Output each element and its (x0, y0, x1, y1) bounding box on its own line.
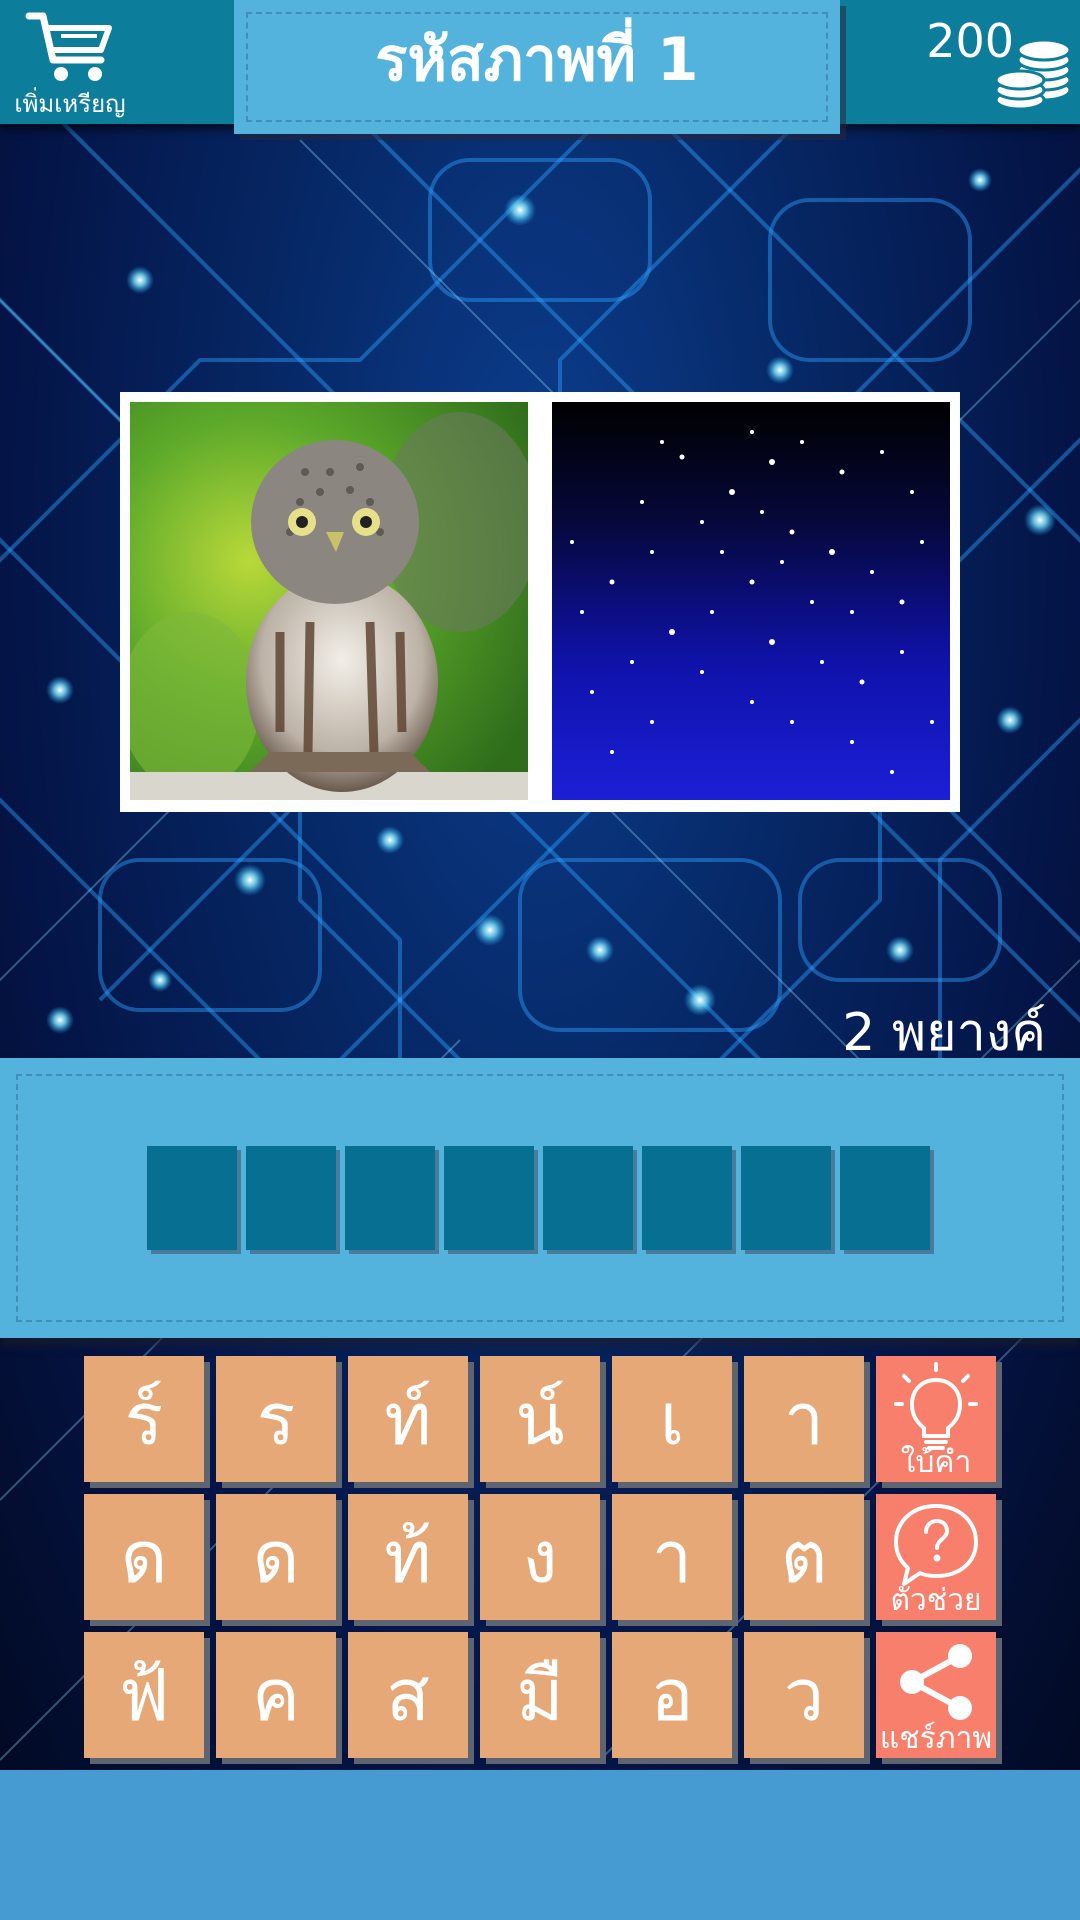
puzzle-images (120, 392, 960, 812)
share-label: แชร์ภาพ (879, 1721, 993, 1756)
letter-tile[interactable]: ร (216, 1356, 336, 1482)
answer-panel (0, 1058, 1080, 1338)
title-panel: รหัสภาพที่ 1 (234, 0, 840, 134)
letter-tile[interactable]: ส (348, 1632, 468, 1758)
answer-slot[interactable] (246, 1146, 336, 1250)
answer-slot[interactable] (345, 1146, 435, 1250)
answer-slot[interactable] (147, 1146, 237, 1250)
answer-slots (147, 1146, 930, 1250)
answer-slot[interactable] (642, 1146, 732, 1250)
letter-tile[interactable]: ท์ (348, 1356, 468, 1482)
letter-tile[interactable]: ต (744, 1494, 864, 1620)
bottom-bar (0, 1770, 1080, 1920)
letter-tile[interactable]: ท้ (348, 1494, 468, 1620)
letter-tile[interactable]: า (744, 1356, 864, 1482)
letter-tile[interactable]: ค (216, 1632, 336, 1758)
top-bar: เพิ่มเหรียญ รหัสภาพที่ 1 200 (0, 0, 1080, 134)
letter-tile[interactable]: ง (480, 1494, 600, 1620)
letter-tile[interactable]: น์ (480, 1356, 600, 1482)
letter-tile[interactable]: ด (216, 1494, 336, 1620)
letter-tile[interactable]: ว (744, 1632, 864, 1758)
owl-picture (130, 402, 528, 800)
letter-tile[interactable]: อ (612, 1632, 732, 1758)
clue-label: ใบ้คำ (900, 1445, 972, 1480)
buy-coins-label: เพิ่มเหรียญ (14, 90, 126, 118)
letter-tile[interactable]: ร์ (84, 1356, 204, 1482)
help-label: ตัวช่วย (890, 1583, 982, 1618)
letter-tile[interactable]: ฟ้ (84, 1632, 204, 1758)
starry-sky-icon (552, 402, 950, 800)
letter-tile[interactable]: เ (612, 1356, 732, 1482)
letter-tile[interactable]: า (612, 1494, 732, 1620)
help-button[interactable]: ตัวช่วย (876, 1494, 996, 1620)
shopping-cart-icon (25, 12, 112, 81)
puzzle-title: รหัสภาพที่ 1 (375, 25, 699, 95)
answer-slot[interactable] (741, 1146, 831, 1250)
buy-coins-button[interactable]: เพิ่มเหรียญ (0, 0, 140, 124)
letter-tile[interactable]: มื (480, 1632, 600, 1758)
starry-sky-picture (552, 402, 950, 800)
owl-icon (130, 402, 528, 800)
answer-slot[interactable] (543, 1146, 633, 1250)
coin-balance: 200 (900, 0, 1080, 124)
answer-slot[interactable] (840, 1146, 930, 1250)
letter-tile[interactable]: ด (84, 1494, 204, 1620)
answer-slot[interactable] (444, 1146, 534, 1250)
clue-button[interactable]: ใบ้คำ (876, 1356, 996, 1482)
coin-stack-icon (994, 38, 1072, 111)
share-button[interactable]: แชร์ภาพ (876, 1632, 996, 1758)
